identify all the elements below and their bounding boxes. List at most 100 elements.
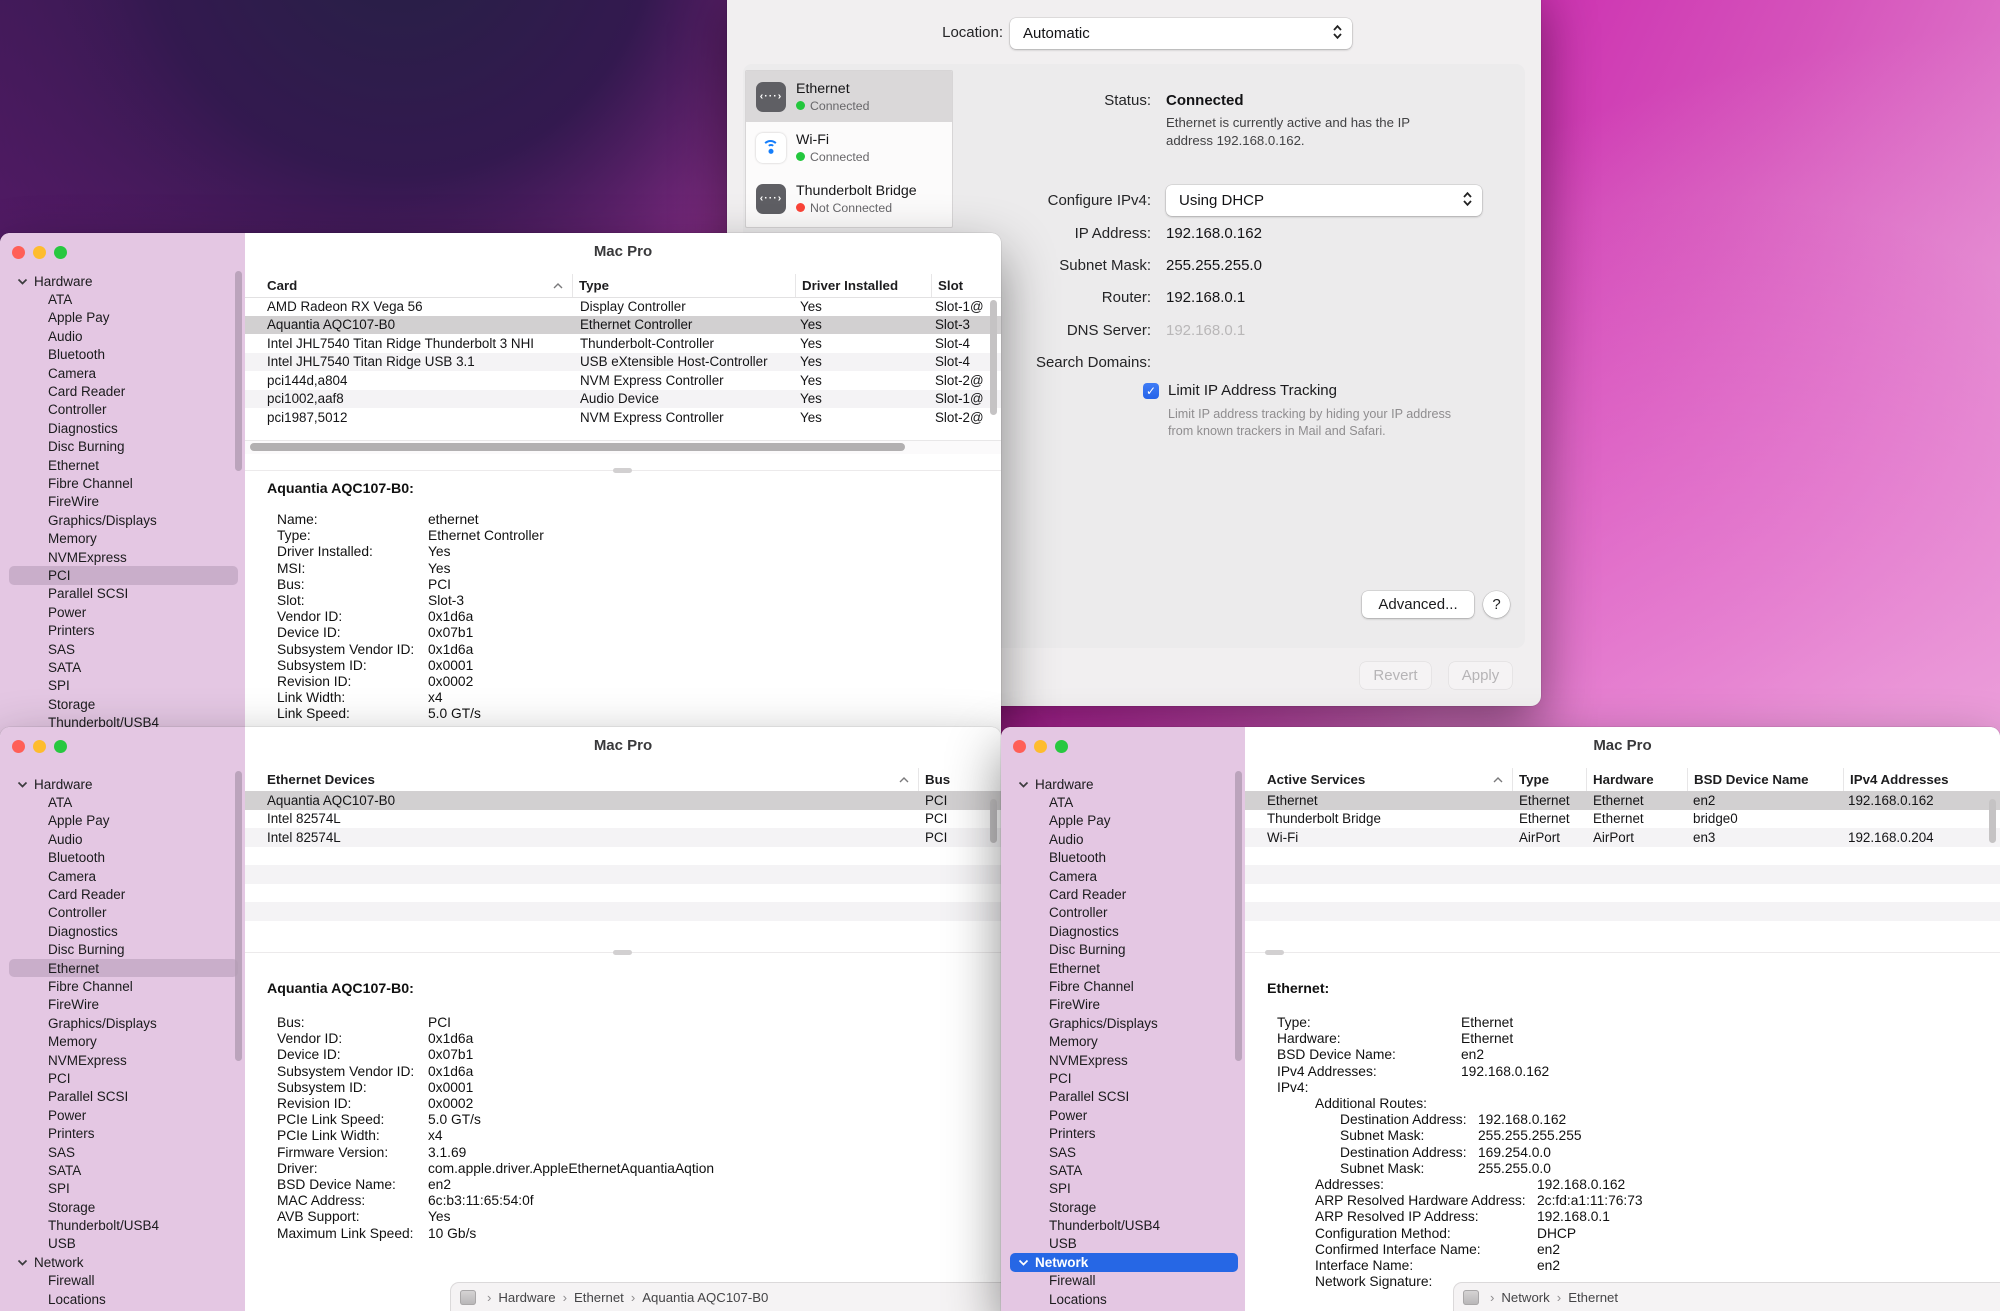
sidebar-item[interactable]: Hardware: [1010, 775, 1238, 793]
table-row[interactable]: AMD Radeon RX Vega 56 Display Controller…: [245, 297, 1001, 316]
table-row[interactable]: Ethernet Ethernet Ethernet en2 192.168.0…: [1245, 791, 2000, 810]
column-header-type[interactable]: Type: [1512, 768, 1586, 791]
table-row[interactable]: [1245, 884, 2000, 903]
table-row[interactable]: [245, 902, 1001, 921]
table-row[interactable]: [245, 847, 1001, 866]
sidebar-item[interactable]: Storage: [9, 1198, 238, 1216]
table-vertical-scrollbar[interactable]: [990, 300, 997, 415]
sidebar-item[interactable]: Firewall: [9, 1272, 238, 1290]
table-vertical-scrollbar[interactable]: [1989, 799, 1996, 843]
sidebar-item[interactable]: Disc Burning: [9, 941, 238, 959]
close-button[interactable]: [1013, 740, 1026, 753]
table-row[interactable]: Aquantia AQC107-B0 PCI: [245, 791, 1001, 810]
revert-button[interactable]: Revert: [1360, 662, 1431, 689]
sidebar-item[interactable]: FireWire: [9, 996, 238, 1014]
sidebar-item[interactable]: Graphics/Displays: [9, 1014, 238, 1032]
close-button[interactable]: [12, 740, 25, 753]
sidebar-item[interactable]: Ethernet: [9, 456, 238, 474]
sidebar-item[interactable]: Fibre Channel: [9, 977, 238, 995]
sidebar-item[interactable]: Power: [9, 1106, 238, 1124]
splitter-handle[interactable]: [613, 950, 632, 955]
splitter-handle[interactable]: [1265, 950, 1284, 955]
table-row[interactable]: Aquantia AQC107-B0 Ethernet Controller Y…: [245, 316, 1001, 335]
column-header-card[interactable]: Card: [267, 274, 572, 297]
sidebar-item[interactable]: Ethernet: [1010, 959, 1238, 977]
table-horizontal-scrollbar[interactable]: [245, 440, 1001, 454]
sidebar-item[interactable]: SPI: [9, 1180, 238, 1198]
sidebar-item[interactable]: Graphics/Displays: [9, 511, 238, 529]
sidebar-item[interactable]: SAS: [9, 640, 238, 658]
help-button[interactable]: ?: [1483, 591, 1510, 618]
sidebar-item[interactable]: SATA: [1010, 1161, 1238, 1179]
breadcrumb-item[interactable]: ›Ethernet: [1550, 1290, 1618, 1305]
sidebar-item[interactable]: NVMExpress: [9, 1051, 238, 1069]
sidebar-item[interactable]: Fibre Channel: [1010, 977, 1238, 995]
table-row[interactable]: [1245, 902, 2000, 921]
sidebar-scrollbar[interactable]: [235, 771, 242, 1061]
sidebar-item[interactable]: Controller: [9, 904, 238, 922]
column-header-bus[interactable]: Bus: [918, 768, 1001, 791]
sidebar-item[interactable]: Parallel SCSI: [9, 585, 238, 603]
sidebar-item[interactable]: Bluetooth: [9, 346, 238, 364]
minimize-button[interactable]: [33, 740, 46, 753]
sidebar-item[interactable]: Card Reader: [9, 885, 238, 903]
column-header-ipv4-addresses[interactable]: IPv4 Addresses: [1843, 768, 2000, 791]
sidebar-item[interactable]: Graphics/Displays: [1010, 1014, 1238, 1032]
sidebar-item[interactable]: Disc Burning: [9, 438, 238, 456]
sidebar-item[interactable]: Bluetooth: [1010, 849, 1238, 867]
table-row[interactable]: pci1002,aaf8 Audio Device Yes Slot-1@: [245, 390, 1001, 409]
breadcrumb-item[interactable]: ›Hardware: [480, 1290, 556, 1305]
sidebar-item[interactable]: Power: [9, 603, 238, 621]
table-row[interactable]: Wi-Fi AirPort AirPort en3 192.168.0.204: [1245, 828, 2000, 847]
sidebar-item[interactable]: SAS: [9, 1143, 238, 1161]
sidebar-item[interactable]: Audio: [1010, 830, 1238, 848]
zoom-button[interactable]: [1055, 740, 1068, 753]
sidebar-item[interactable]: PCI: [9, 1069, 238, 1087]
sidebar-item[interactable]: Apple Pay: [1010, 812, 1238, 830]
sidebar-scrollbar[interactable]: [1235, 771, 1242, 1061]
sidebar-item[interactable]: Card Reader: [1010, 885, 1238, 903]
sidebar-item[interactable]: Storage: [9, 695, 238, 713]
sidebar-item[interactable]: SATA: [9, 658, 238, 676]
column-header-hardware[interactable]: Hardware: [1586, 768, 1687, 791]
table-vertical-scrollbar[interactable]: [990, 799, 997, 843]
sidebar-item[interactable]: Camera: [1010, 867, 1238, 885]
sidebar-item[interactable]: Audio: [9, 830, 238, 848]
sidebar-item[interactable]: Memory: [1010, 1032, 1238, 1050]
table-row[interactable]: [245, 865, 1001, 884]
table-row[interactable]: [1245, 865, 2000, 884]
network-service-item[interactable]: Wi-Fi Connected: [746, 122, 952, 173]
zoom-button[interactable]: [54, 740, 67, 753]
minimize-button[interactable]: [33, 246, 46, 259]
column-header-ethernet-devices[interactable]: Ethernet Devices: [267, 768, 918, 791]
breadcrumb-item[interactable]: ›Network: [1483, 1290, 1550, 1305]
table-row[interactable]: pci1987,5012 NVM Express Controller Yes …: [245, 408, 1001, 427]
column-header-driver-installed[interactable]: Driver Installed: [795, 274, 931, 297]
column-header-slot[interactable]: Slot: [931, 274, 1001, 297]
sidebar-item[interactable]: Printers: [9, 621, 238, 639]
sidebar-item[interactable]: Parallel SCSI: [1010, 1088, 1238, 1106]
column-header-bsd-device-name[interactable]: BSD Device Name: [1687, 768, 1843, 791]
network-service-item[interactable]: ‹···› Ethernet Connected: [746, 71, 952, 122]
table-row[interactable]: [245, 884, 1001, 903]
apply-button[interactable]: Apply: [1449, 662, 1512, 689]
sidebar-item[interactable]: Memory: [9, 529, 238, 547]
table-row[interactable]: Intel JHL7540 Titan Ridge Thunderbolt 3 …: [245, 334, 1001, 353]
sidebar-item[interactable]: SPI: [1010, 1180, 1238, 1198]
breadcrumb-item[interactable]: ›Ethernet: [556, 1290, 624, 1305]
sidebar-item[interactable]: Locations: [9, 1290, 238, 1308]
table-row[interactable]: Thunderbolt Bridge Ethernet Ethernet bri…: [1245, 810, 2000, 829]
horizontal-scrollbar-thumb[interactable]: [250, 443, 905, 451]
sidebar-item[interactable]: Controller: [9, 401, 238, 419]
sidebar-item[interactable]: ATA: [1010, 793, 1238, 811]
column-header-type[interactable]: Type: [572, 274, 795, 297]
sidebar-item[interactable]: ATA: [9, 793, 238, 811]
sidebar-item[interactable]: NVMExpress: [9, 548, 238, 566]
column-header-active-services[interactable]: Active Services: [1267, 768, 1512, 791]
table-row[interactable]: pci144d,a804 NVM Express Controller Yes …: [245, 371, 1001, 390]
sidebar-scrollbar[interactable]: [235, 271, 242, 471]
breadcrumb-item[interactable]: ›Aquantia AQC107-B0: [624, 1290, 769, 1305]
sidebar-item[interactable]: Thunderbolt/USB4: [9, 1216, 238, 1234]
sidebar-item[interactable]: Diagnostics: [9, 419, 238, 437]
sidebar-item[interactable]: Disc Burning: [1010, 941, 1238, 959]
